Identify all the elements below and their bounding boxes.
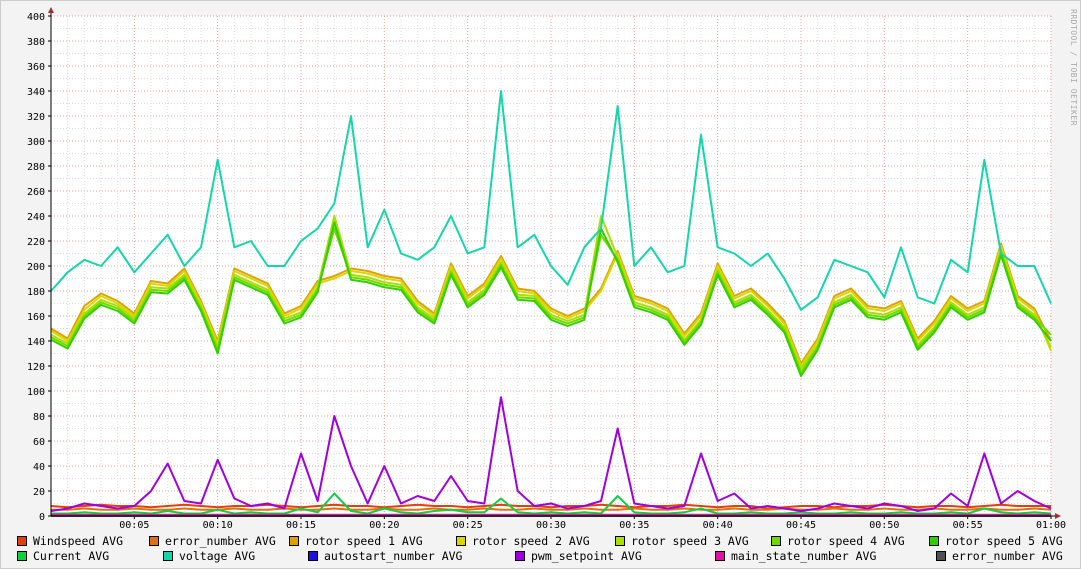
legend-swatch: [149, 536, 159, 546]
legend-item: pwm_setpoint AVG: [515, 549, 642, 563]
y-tick-label: 0: [39, 512, 45, 523]
y-tick-label: 20: [33, 487, 45, 498]
x-tick-label: 00:25: [453, 520, 483, 531]
y-tick-label: 200: [27, 262, 45, 273]
x-tick-label: 00:15: [286, 520, 316, 531]
legend-swatch: [163, 551, 173, 561]
legend-item: rotor speed 2 AVG: [456, 534, 590, 548]
legend-item: rotor speed 1 AVG: [289, 534, 423, 548]
x-tick-label: 00:55: [953, 520, 983, 531]
legend-swatch: [308, 551, 318, 561]
y-tick-label: 60: [33, 437, 45, 448]
legend-item: Current AVG: [17, 549, 109, 563]
legend-swatch: [715, 551, 725, 561]
legend-item: Windspeed AVG: [17, 534, 123, 548]
legend-label: error_number AVG: [165, 534, 276, 548]
rrd-graph: 0 20 40 60 80 100 120 140 160 180 200 220 240 260 280 3…: [0, 0, 1081, 569]
legend-swatch: [771, 536, 781, 546]
legend-item: error_number AVG: [149, 534, 276, 548]
legend-label: Current AVG: [33, 549, 110, 563]
x-tick-label: 01:00: [1036, 520, 1066, 531]
legend-item: error_number AVG: [936, 549, 1063, 563]
chart-svg: 0 20 40 60 80 100 120 140 160 180 200 220 240 260 280 3…: [27, 7, 1066, 531]
rrdtool-watermark: RRDTOOL / TOBI OETIKER: [1069, 9, 1078, 126]
legend-label: rotor speed 2 AVG: [472, 534, 590, 548]
y-tick-label: 300: [27, 137, 45, 148]
y-tick-label: 160: [27, 312, 45, 323]
legend-item: autostart_number AVG: [308, 549, 462, 563]
y-tick-label: 280: [27, 162, 45, 173]
y-tick-label: 100: [27, 387, 45, 398]
legend-swatch: [615, 536, 625, 546]
x-tick-label: 00:45: [786, 520, 816, 531]
legend-label: voltage AVG: [179, 549, 256, 563]
legend-label: rotor speed 4 AVG: [787, 534, 905, 548]
legend-item: rotor speed 4 AVG: [771, 534, 905, 548]
legend-label: autostart_number AVG: [324, 549, 463, 563]
x-tick-label: 00:40: [703, 520, 733, 531]
x-tick-label: 00:50: [869, 520, 899, 531]
y-tick-label: 120: [27, 362, 45, 373]
legend-item: main_state_number AVG: [715, 549, 876, 563]
legend-item: rotor speed 3 AVG: [615, 534, 749, 548]
y-tick-label: 40: [33, 462, 45, 473]
y-tick-label: 220: [27, 237, 45, 248]
y-tick-label: 360: [27, 62, 45, 73]
y-axis-arrow-icon: [48, 7, 54, 13]
x-tick-label: 00:10: [203, 520, 233, 531]
x-tick-label: 00:35: [619, 520, 649, 531]
y-tick-label: 260: [27, 187, 45, 198]
legend-label: main_state_number AVG: [731, 549, 877, 563]
legend-swatch: [17, 551, 27, 561]
legend-label: Windspeed AVG: [33, 534, 124, 548]
legend-item: rotor speed 5 AVG: [929, 534, 1063, 548]
legend-swatch: [929, 536, 939, 546]
y-tick-label: 380: [27, 37, 45, 48]
legend-item: voltage AVG: [163, 549, 255, 563]
y-tick-label: 340: [27, 87, 45, 98]
y-tick-label: 80: [33, 412, 45, 423]
legend-label: rotor speed 5 AVG: [945, 534, 1063, 548]
y-tick-label: 140: [27, 337, 45, 348]
legend-swatch: [456, 536, 466, 546]
legend-swatch: [515, 551, 525, 561]
y-tick-label: 320: [27, 112, 45, 123]
legend-label: pwm_setpoint AVG: [531, 549, 642, 563]
x-tick-label: 00:05: [119, 520, 149, 531]
y-tick-label: 240: [27, 212, 45, 223]
x-tick-label: 00:20: [369, 520, 399, 531]
legend-label: rotor speed 1 AVG: [305, 534, 423, 548]
legend-label: rotor speed 3 AVG: [631, 534, 749, 548]
legend-swatch: [17, 536, 27, 546]
y-tick-label: 400: [27, 12, 45, 23]
x-tick-label: 00:30: [536, 520, 566, 531]
y-tick-label: 180: [27, 287, 45, 298]
legend-label: error_number AVG: [952, 549, 1063, 563]
x-axis-arrow-icon: [1055, 513, 1061, 519]
legend-swatch: [289, 536, 299, 546]
legend-swatch: [936, 551, 946, 561]
